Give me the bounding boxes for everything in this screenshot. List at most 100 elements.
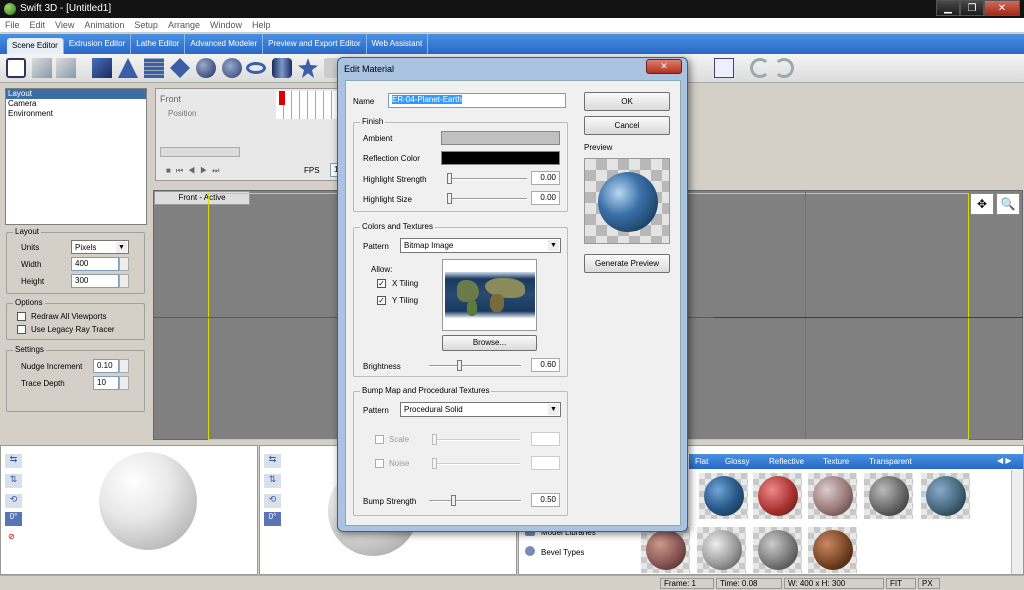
scene-item-environment[interactable]: Environment: [6, 109, 146, 119]
playback-controls-icon[interactable]: ■⏮◀▶⏭: [166, 166, 225, 176]
pyramid-icon[interactable]: [170, 58, 190, 78]
star-icon[interactable]: [298, 58, 318, 78]
redraw-checkbox[interactable]: [17, 312, 26, 321]
light-snap-button[interactable]: 0°: [264, 512, 281, 526]
tab-lathe-editor[interactable]: Lathe Editor: [131, 34, 186, 54]
rotation-snap-button[interactable]: 0°: [5, 512, 22, 526]
height-input[interactable]: 300: [71, 274, 119, 288]
tab-scene-editor[interactable]: Scene Editor: [7, 38, 64, 54]
rotate-z-icon[interactable]: ⟲: [5, 494, 22, 508]
cone-icon[interactable]: [118, 58, 138, 78]
menu-arrange[interactable]: Arrange: [163, 18, 205, 33]
current-frame-marker[interactable]: [279, 91, 285, 105]
menu-edit[interactable]: Edit: [25, 18, 51, 33]
cube-icon[interactable]: [92, 58, 112, 78]
material-tile[interactable]: [753, 473, 802, 519]
brightness-value[interactable]: 0.60: [531, 358, 560, 372]
x-tiling-checkbox[interactable]: ✓: [377, 279, 386, 288]
gallery-scrollbar[interactable]: [1011, 470, 1023, 574]
scale-slider[interactable]: [432, 434, 520, 445]
material-tile[interactable]: [753, 527, 802, 573]
browse-button[interactable]: Browse...: [442, 335, 537, 351]
rotate-y-icon[interactable]: ⇅: [5, 474, 22, 488]
generate-preview-button[interactable]: Generate Preview: [584, 254, 670, 273]
menu-view[interactable]: View: [50, 18, 79, 33]
bump-strength-value[interactable]: 0.50: [531, 493, 560, 507]
gallery-tab-glossy[interactable]: Glossy: [725, 457, 749, 466]
highlight-strength-slider[interactable]: [447, 173, 527, 184]
gallery-tab-texture[interactable]: Texture: [823, 457, 849, 466]
slider-thumb[interactable]: [451, 495, 456, 506]
trace-spinner[interactable]: [119, 376, 129, 390]
slider-thumb[interactable]: [432, 458, 437, 469]
brightness-slider[interactable]: [429, 360, 521, 371]
reflection-swatch[interactable]: [441, 151, 560, 165]
material-tile[interactable]: [864, 473, 913, 519]
light-rotate-z-icon[interactable]: ⟲: [264, 494, 281, 508]
gallery-tab-transparent[interactable]: Transparent: [869, 457, 912, 466]
noise-value[interactable]: [531, 456, 560, 470]
scale-checkbox[interactable]: [375, 435, 384, 444]
gallery-scroll-arrows-icon[interactable]: ◀ ▶: [997, 456, 1012, 465]
cylinder-icon[interactable]: [272, 58, 292, 78]
scene-item-camera[interactable]: Camera: [6, 99, 146, 109]
maximize-button[interactable]: ❐: [960, 0, 984, 16]
gallery-tab-flat[interactable]: Flat: [695, 457, 708, 466]
plane-icon[interactable]: [144, 58, 164, 78]
cancel-button[interactable]: Cancel: [584, 116, 670, 135]
torus-icon[interactable]: [222, 58, 242, 78]
height-spinner[interactable]: [119, 274, 129, 288]
light-rotate-y-icon[interactable]: ⇅: [264, 474, 281, 488]
close-button[interactable]: ✕: [984, 0, 1020, 16]
menu-file[interactable]: File: [0, 18, 25, 33]
highlight-strength-value[interactable]: 0.00: [531, 171, 560, 185]
noise-checkbox[interactable]: [375, 459, 384, 468]
units-select[interactable]: Pixels ▼: [71, 240, 129, 254]
menu-window[interactable]: Window: [205, 18, 247, 33]
tab-advanced-modeler[interactable]: Advanced Modeler: [185, 34, 264, 54]
reset-rotation-icon[interactable]: ⊘: [8, 532, 15, 541]
undo-icon[interactable]: [750, 58, 770, 78]
material-tile[interactable]: [921, 473, 970, 519]
sphere-icon[interactable]: [196, 58, 216, 78]
nudge-spinner[interactable]: [119, 359, 129, 373]
y-tiling-checkbox[interactable]: ✓: [377, 296, 386, 305]
highlight-size-value[interactable]: 0.00: [531, 191, 560, 205]
name-input[interactable]: ER-04-Planet-Earth: [388, 93, 566, 108]
material-tile[interactable]: [808, 527, 857, 573]
rotate-x-icon[interactable]: ⇆: [5, 454, 22, 468]
width-spinner[interactable]: [119, 257, 129, 271]
slider-thumb[interactable]: [447, 173, 452, 184]
scale-value[interactable]: [531, 432, 560, 446]
ring-icon[interactable]: [246, 62, 266, 74]
dialog-close-icon[interactable]: ✕: [646, 59, 682, 74]
material-tile[interactable]: [808, 473, 857, 519]
copy-tool-icon[interactable]: [32, 58, 52, 78]
highlight-size-slider[interactable]: [447, 193, 527, 204]
zoom-tool-icon[interactable]: [714, 58, 734, 78]
minimize-button[interactable]: ▁: [936, 0, 960, 16]
select-tool-icon[interactable]: [6, 58, 26, 78]
zoom-viewport-icon[interactable]: 🔍: [996, 193, 1020, 215]
slider-thumb[interactable]: [457, 360, 462, 371]
tab-web-assistant[interactable]: Web Assistant: [367, 34, 429, 54]
menu-help[interactable]: Help: [247, 18, 276, 33]
scene-item-layout[interactable]: Layout: [6, 89, 146, 99]
legacy-checkbox[interactable]: [17, 325, 26, 334]
gallery-tab-reflective[interactable]: Reflective: [769, 457, 804, 466]
bump-strength-slider[interactable]: [429, 495, 521, 506]
move-tool-icon[interactable]: ✥: [970, 193, 994, 215]
timeline-frames[interactable]: [276, 91, 341, 119]
slider-thumb[interactable]: [432, 434, 437, 445]
menu-animation[interactable]: Animation: [79, 18, 129, 33]
material-tile[interactable]: [641, 527, 690, 573]
ok-button[interactable]: OK: [584, 92, 670, 111]
paste-tool-icon[interactable]: [56, 58, 76, 78]
menu-setup[interactable]: Setup: [129, 18, 163, 33]
width-input[interactable]: 400: [71, 257, 119, 271]
tab-extrusion-editor[interactable]: Extrusion Editor: [64, 34, 132, 54]
material-tile[interactable]: [699, 473, 748, 519]
bump-pattern-select[interactable]: Procedural Solid ▼: [400, 402, 561, 417]
material-tile[interactable]: [697, 527, 746, 573]
trace-input[interactable]: 10: [93, 376, 119, 390]
